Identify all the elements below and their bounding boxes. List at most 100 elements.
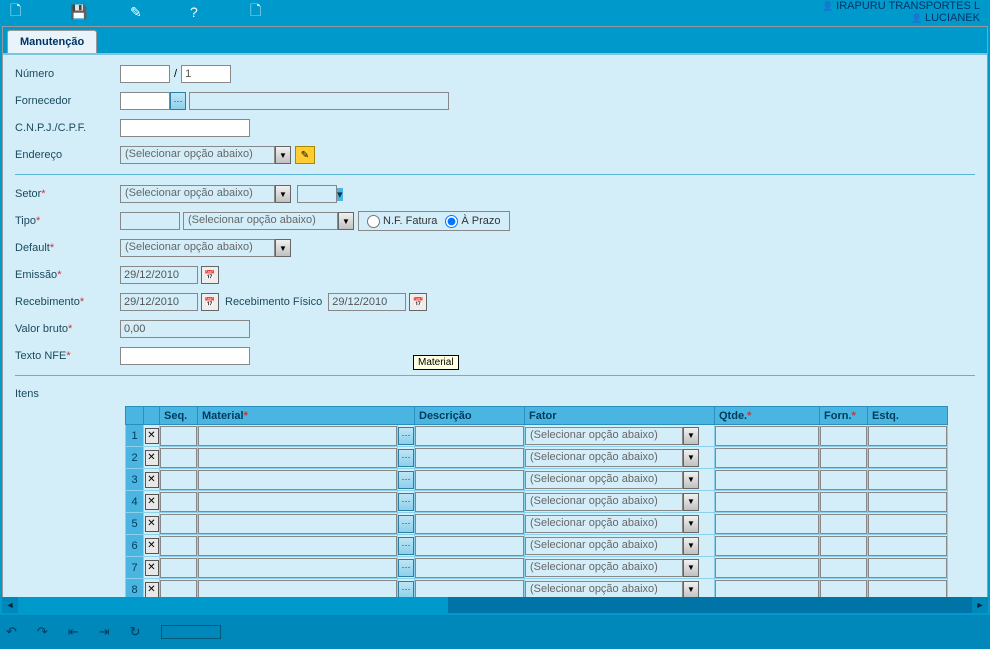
recebimento-input[interactable] bbox=[120, 293, 198, 311]
delete-row-button[interactable]: ✕ bbox=[145, 472, 159, 488]
save-icon[interactable]: 💾 bbox=[70, 4, 130, 21]
material-lookup-button[interactable]: ⋯ bbox=[398, 471, 414, 489]
forn-input[interactable] bbox=[820, 492, 867, 512]
redo-icon[interactable]: ↷ bbox=[37, 624, 48, 640]
seq-input[interactable] bbox=[160, 514, 197, 534]
estq-input[interactable] bbox=[868, 514, 947, 534]
material-lookup-button[interactable]: ⋯ bbox=[398, 537, 414, 555]
dropdown-arrow-icon[interactable]: ▼ bbox=[683, 493, 699, 511]
scroll-left-icon[interactable]: ◄ bbox=[2, 597, 18, 613]
setor-select[interactable]: (Selecionar opção abaixo) ▼ bbox=[120, 185, 291, 203]
fator-select[interactable]: (Selecionar opção abaixo)▼ bbox=[525, 537, 699, 555]
calendar-icon[interactable]: 📅 bbox=[201, 266, 219, 284]
material-input[interactable] bbox=[198, 514, 397, 534]
material-lookup-button[interactable]: ⋯ bbox=[398, 449, 414, 467]
descricao-input[interactable] bbox=[415, 448, 524, 468]
endereco-edit-button[interactable]: ✎ bbox=[295, 146, 315, 164]
forn-input[interactable] bbox=[820, 470, 867, 490]
edit-icon[interactable]: ✎ bbox=[130, 4, 190, 21]
qtde-input[interactable] bbox=[715, 470, 819, 490]
qtde-input[interactable] bbox=[715, 514, 819, 534]
material-input[interactable] bbox=[198, 470, 397, 490]
descricao-input[interactable] bbox=[415, 514, 524, 534]
forn-input[interactable] bbox=[820, 536, 867, 556]
descricao-input[interactable] bbox=[415, 426, 524, 446]
refresh-icon[interactable]: ↻ bbox=[130, 624, 141, 640]
emissao-input[interactable] bbox=[120, 266, 198, 284]
calendar-icon[interactable]: 📅 bbox=[201, 293, 219, 311]
dropdown-arrow-icon[interactable]: ▼ bbox=[275, 146, 291, 164]
dropdown-arrow-icon[interactable]: ▼ bbox=[275, 185, 291, 203]
material-lookup-button[interactable]: ⋯ bbox=[398, 493, 414, 511]
forn-input[interactable] bbox=[820, 514, 867, 534]
recebimento-fisico-input[interactable] bbox=[328, 293, 406, 311]
descricao-input[interactable] bbox=[415, 536, 524, 556]
seq-input[interactable] bbox=[160, 558, 197, 578]
dropdown-arrow-icon[interactable]: ▼ bbox=[683, 427, 699, 445]
material-input[interactable] bbox=[198, 558, 397, 578]
forn-input[interactable] bbox=[820, 448, 867, 468]
delete-row-button[interactable]: ✕ bbox=[145, 560, 159, 576]
undo-icon[interactable]: ↶ bbox=[6, 624, 17, 640]
delete-row-button[interactable]: ✕ bbox=[145, 450, 159, 466]
fator-select[interactable]: (Selecionar opção abaixo)▼ bbox=[525, 471, 699, 489]
fator-select[interactable]: (Selecionar opção abaixo)▼ bbox=[525, 559, 699, 577]
material-lookup-button[interactable]: ⋯ bbox=[398, 515, 414, 533]
estq-input[interactable] bbox=[868, 426, 947, 446]
descricao-input[interactable] bbox=[415, 492, 524, 512]
dropdown-arrow-icon[interactable]: ▼ bbox=[683, 471, 699, 489]
pager-bar[interactable] bbox=[161, 625, 221, 639]
fator-select[interactable]: (Selecionar opção abaixo)▼ bbox=[525, 449, 699, 467]
tipo-code-input[interactable] bbox=[120, 212, 180, 230]
help-icon[interactable]: ? bbox=[190, 4, 250, 20]
dropdown-arrow-icon[interactable]: ▼ bbox=[275, 239, 291, 257]
valor-bruto-input[interactable] bbox=[120, 320, 250, 338]
texto-nfe-input[interactable] bbox=[120, 347, 250, 365]
endereco-select[interactable]: (Selecionar opção abaixo) ▼ bbox=[120, 146, 291, 164]
estq-input[interactable] bbox=[868, 470, 947, 490]
dropdown-arrow-icon[interactable]: ▼ bbox=[683, 515, 699, 533]
estq-input[interactable] bbox=[868, 536, 947, 556]
cnpj-input[interactable] bbox=[120, 119, 250, 137]
radio-nf-fatura[interactable]: N.F. Fatura bbox=[367, 215, 437, 228]
estq-input[interactable] bbox=[868, 492, 947, 512]
qtde-input[interactable] bbox=[715, 426, 819, 446]
descricao-input[interactable] bbox=[415, 470, 524, 490]
fornecedor-code-input[interactable] bbox=[120, 92, 170, 110]
scroll-right-icon[interactable]: ► bbox=[972, 597, 988, 613]
qtde-input[interactable] bbox=[715, 492, 819, 512]
qtde-input[interactable] bbox=[715, 558, 819, 578]
horizontal-scrollbar[interactable]: ◄ ► bbox=[2, 597, 988, 613]
fator-select[interactable]: (Selecionar opção abaixo)▼ bbox=[525, 515, 699, 533]
setor-extra-dropdown-icon[interactable]: ▾ bbox=[337, 188, 343, 201]
estq-input[interactable] bbox=[868, 448, 947, 468]
seq-input[interactable] bbox=[160, 536, 197, 556]
fator-select[interactable]: (Selecionar opção abaixo)▼ bbox=[525, 493, 699, 511]
material-lookup-button[interactable]: ⋯ bbox=[398, 559, 414, 577]
fornecedor-lookup-button[interactable]: ⋯ bbox=[170, 92, 186, 110]
dropdown-arrow-icon[interactable]: ▼ bbox=[683, 559, 699, 577]
estq-input[interactable] bbox=[868, 558, 947, 578]
tab-manutencao[interactable]: Manutenção bbox=[7, 30, 97, 53]
setor-extra-input[interactable] bbox=[297, 185, 337, 203]
delete-row-button[interactable]: ✕ bbox=[145, 582, 159, 598]
fator-select[interactable]: (Selecionar opção abaixo)▼ bbox=[525, 581, 699, 599]
dropdown-arrow-icon[interactable]: ▼ bbox=[683, 581, 699, 599]
forn-input[interactable] bbox=[820, 426, 867, 446]
material-input[interactable] bbox=[198, 426, 397, 446]
last-page-icon[interactable]: ⇥ bbox=[99, 624, 110, 640]
forn-input[interactable] bbox=[820, 558, 867, 578]
dropdown-arrow-icon[interactable]: ▼ bbox=[338, 212, 354, 230]
dropdown-arrow-icon[interactable]: ▼ bbox=[683, 537, 699, 555]
qtde-input[interactable] bbox=[715, 536, 819, 556]
numero-b-input[interactable] bbox=[181, 65, 231, 83]
delete-row-button[interactable]: ✕ bbox=[145, 428, 159, 444]
material-input[interactable] bbox=[198, 448, 397, 468]
seq-input[interactable] bbox=[160, 448, 197, 468]
tipo-select[interactable]: (Selecionar opção abaixo) ▼ bbox=[183, 212, 354, 230]
material-lookup-button[interactable]: ⋯ bbox=[398, 581, 414, 599]
material-lookup-button[interactable]: ⋯ bbox=[398, 427, 414, 445]
delete-row-button[interactable]: ✕ bbox=[145, 516, 159, 532]
seq-input[interactable] bbox=[160, 426, 197, 446]
scroll-thumb[interactable] bbox=[18, 597, 448, 613]
